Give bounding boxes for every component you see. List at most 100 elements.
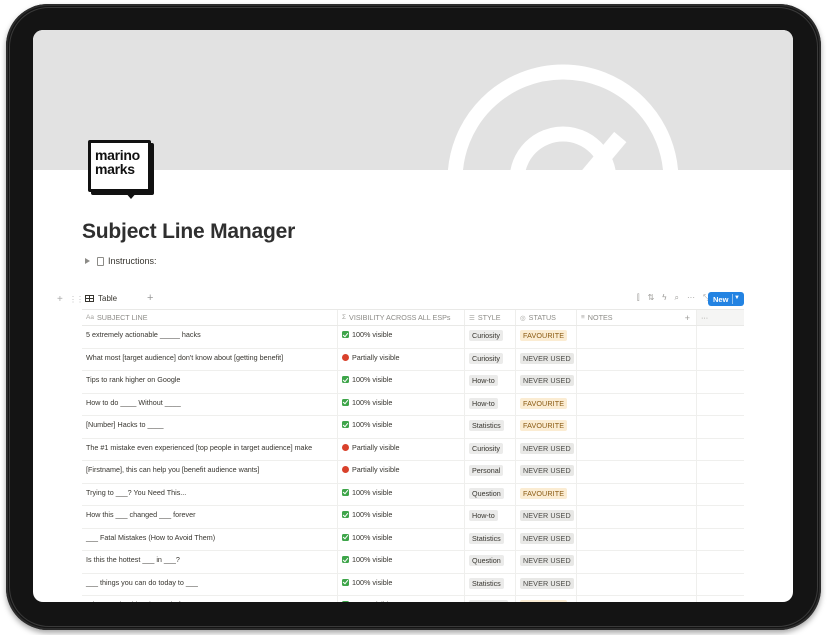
status-cell[interactable]: FAVOURITE [516, 416, 577, 438]
style-tag: Statistics [469, 532, 504, 544]
subject-line-cell[interactable]: The #1 mistake even experienced [top peo… [82, 438, 338, 460]
header-more[interactable]: ··· [697, 310, 744, 325]
style-cell[interactable]: Statistics [465, 528, 516, 550]
status-cell[interactable]: NEVER USED [516, 506, 577, 528]
status-cell[interactable]: NEVER USED [516, 461, 577, 483]
style-cell[interactable]: How-to [465, 393, 516, 415]
chevron-down-icon[interactable]: ▼ [734, 295, 740, 301]
status-cell[interactable]: NEVER USED [516, 551, 577, 573]
subject-line-cell[interactable]: Tips to rank higher on Google [82, 371, 338, 393]
status-cell[interactable]: FAVOURITE [516, 596, 577, 602]
style-tag: Statistics [469, 420, 504, 431]
style-cell[interactable]: Curiosity [465, 438, 516, 460]
add-block-icon[interactable]: + [57, 294, 63, 305]
tab-table[interactable]: Table [85, 294, 117, 303]
notes-cell[interactable] [577, 348, 697, 370]
status-cell[interactable]: NEVER USED [516, 528, 577, 550]
table-row[interactable]: Tips to rank higher on Google 100% visibl… [82, 371, 744, 394]
visibility-text: Partially visible [352, 442, 400, 452]
new-button[interactable]: New ▼ [708, 292, 744, 306]
view-tools: ⫿ ⇅ ϟ ⌕ ··· ⤡ [637, 293, 709, 303]
table-row[interactable]: ___ things you can do today to ___ 100% v… [82, 573, 744, 596]
notes-cell[interactable] [577, 461, 697, 483]
subject-line-cell[interactable]: How to do ____ Without ____ [82, 393, 338, 415]
instructions-toggle[interactable]: Instructions: [85, 256, 157, 266]
table-row[interactable]: ___ Fatal Mistakes (How to Avoid Them) 10… [82, 528, 744, 551]
table-row[interactable]: The #1 mistake even experienced [top peo… [82, 438, 744, 461]
table-row[interactable]: 5 extremely actionable _____ hacks 100% v… [82, 326, 744, 349]
search-icon[interactable]: ⌕ [675, 293, 679, 303]
subject-line-cell[interactable]: How this ___ changed ___ forever [82, 506, 338, 528]
notes-cell[interactable] [577, 326, 697, 348]
style-cell[interactable]: Personal [465, 461, 516, 483]
notes-cell[interactable] [577, 416, 697, 438]
style-cell[interactable]: How-to [465, 506, 516, 528]
subject-line-cell[interactable]: Why you should __ instead of ___ [82, 596, 338, 602]
filter-icon[interactable]: ⫿ [637, 293, 640, 303]
add-property-icon[interactable]: + [685, 313, 690, 323]
style-cell[interactable]: Curiosity [465, 348, 516, 370]
table-row[interactable]: What most [target audience] don't know a… [82, 348, 744, 371]
status-cell[interactable]: NEVER USED [516, 438, 577, 460]
status-cell[interactable]: NEVER USED [516, 573, 577, 595]
subject-line-cell[interactable]: 5 extremely actionable _____ hacks [82, 326, 338, 348]
style-cell[interactable]: Question [465, 483, 516, 505]
notes-cell[interactable] [577, 551, 697, 573]
notes-cell[interactable] [577, 438, 697, 460]
notes-cell[interactable] [577, 596, 697, 602]
subject-line-cell[interactable]: [Number] Hacks to ____ [82, 416, 338, 438]
more-options-icon[interactable]: ··· [687, 293, 695, 303]
table-row[interactable]: How this ___ changed ___ forever 100% vis… [82, 506, 744, 529]
table-row[interactable]: [Number] Hacks to ____ 100% visible Statis… [82, 416, 744, 439]
header-visibility[interactable]: Σ VISIBILITY ACROSS ALL ESPs [338, 310, 465, 325]
table-icon [85, 295, 94, 302]
header-label: NOTES [587, 313, 613, 322]
notes-cell[interactable] [577, 371, 697, 393]
style-cell[interactable]: Curiosity [465, 326, 516, 348]
subject-line-cell[interactable]: [Firstname], this can help you [benefit … [82, 461, 338, 483]
view-bar: + ⋮⋮ Table + ⫿ ⇅ ϟ ⌕ ··· ⤡ New ▼ [57, 292, 747, 308]
add-view-icon[interactable]: + [147, 292, 153, 304]
header-style[interactable]: ☰ STYLE [465, 310, 516, 325]
header-status[interactable]: ◎ STATUS [516, 310, 577, 325]
check-mark-icon [342, 533, 349, 541]
status-cell[interactable]: NEVER USED [516, 371, 577, 393]
subject-line-cell[interactable]: What most [target audience] don't know a… [82, 348, 338, 370]
subject-line-cell[interactable]: ___ Fatal Mistakes (How to Avoid Them) [82, 528, 338, 550]
notes-cell[interactable] [577, 573, 697, 595]
formula-property-icon: Σ [342, 314, 347, 321]
header-notes[interactable]: ≡ NOTES + [577, 310, 697, 325]
notes-cell[interactable] [577, 506, 697, 528]
drag-handle-icon[interactable]: ⋮⋮ [69, 295, 84, 304]
more-icon[interactable]: ··· [701, 313, 708, 322]
table-row[interactable]: [Firstname], this can help you [benefit … [82, 461, 744, 484]
header-subject-line[interactable]: Aa SUBJECT LINE [82, 310, 338, 325]
visibility-cell: 100% visible [338, 416, 465, 438]
table-row[interactable]: How to do ____ Without ____ 100% visible H… [82, 393, 744, 416]
table-row[interactable]: Trying to ___? You Need This... 100% visi… [82, 483, 744, 506]
notes-cell[interactable] [577, 483, 697, 505]
page-title: Subject Line Manager [82, 220, 296, 243]
automation-icon[interactable]: ϟ [662, 293, 666, 303]
check-mark-icon [342, 488, 349, 496]
status-cell[interactable]: NEVER USED [516, 348, 577, 370]
status-cell[interactable]: FAVOURITE [516, 393, 577, 415]
style-cell[interactable]: Statistics [465, 416, 516, 438]
style-cell[interactable]: How-to [465, 371, 516, 393]
status-badge: NEVER USED [520, 465, 574, 476]
empty-cell [697, 551, 744, 573]
table-row[interactable]: Is this the hottest ___ in ___? 100% visi… [82, 551, 744, 574]
subject-line-cell[interactable]: Is this the hottest ___ in ___? [82, 551, 338, 573]
toggle-triangle-icon[interactable] [85, 258, 90, 264]
status-cell[interactable]: FAVOURITE [516, 326, 577, 348]
style-cell[interactable]: Compari... [465, 596, 516, 602]
subject-line-cell[interactable]: ___ things you can do today to ___ [82, 573, 338, 595]
notes-cell[interactable] [577, 528, 697, 550]
style-cell[interactable]: Statistics [465, 573, 516, 595]
notes-cell[interactable] [577, 393, 697, 415]
table-row[interactable]: Why you should __ instead of ___ 100% vis… [82, 596, 744, 602]
status-cell[interactable]: FAVOURITE [516, 483, 577, 505]
subject-line-cell[interactable]: Trying to ___? You Need This... [82, 483, 338, 505]
sort-icon[interactable]: ⇅ [648, 293, 655, 303]
style-cell[interactable]: Question [465, 551, 516, 573]
